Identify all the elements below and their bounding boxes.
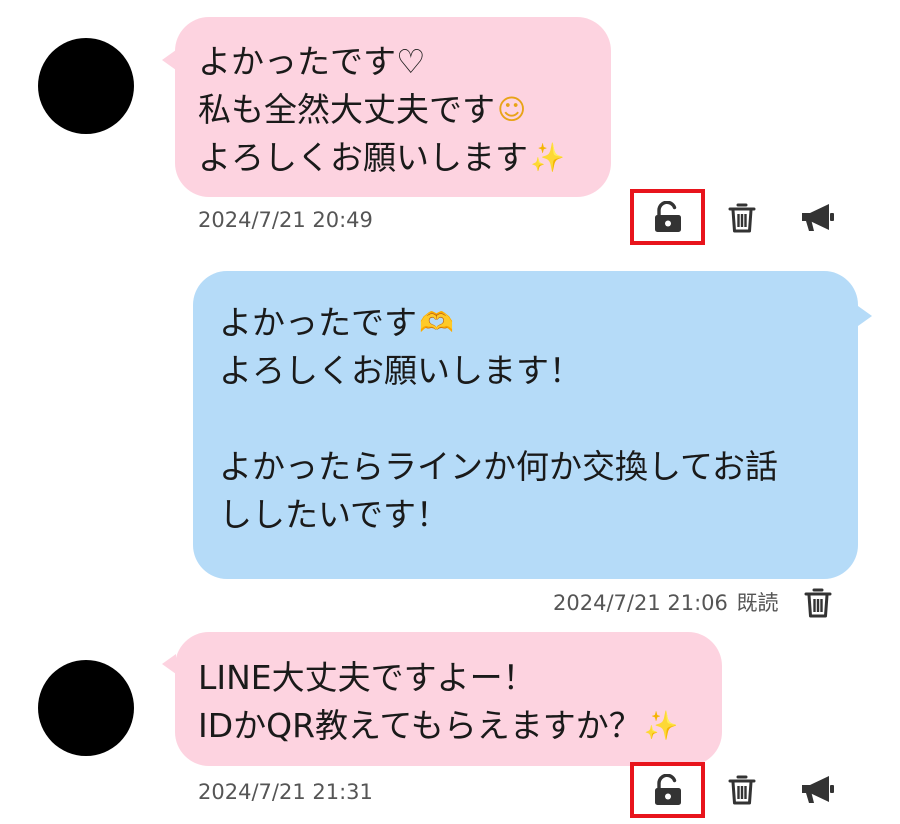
- message-line: よかったです♡: [198, 42, 426, 81]
- megaphone-icon: [802, 204, 834, 231]
- chat-thread: よかったです♡ 私も全然大丈夫です☺ よろしくお願いします✨ 2024/7/21…: [0, 0, 900, 824]
- message-line: 私も全然大丈夫です: [198, 90, 495, 129]
- delete-button[interactable]: [722, 197, 762, 239]
- message-meta: 2024/7/21 21:06 既読: [553, 590, 779, 616]
- message-timestamp: 2024/7/21 21:06: [553, 591, 728, 615]
- bubble-tail: [858, 306, 872, 326]
- message-line: よかったらラインか何か交換してお話: [219, 447, 779, 486]
- message-bubble-received: LINE大丈夫ですよー！ IDかQR教えてもらえますか？✨: [175, 632, 722, 766]
- megaphone-icon: [802, 776, 834, 803]
- trash-icon: [728, 203, 756, 233]
- message-line: IDかQR教えてもらえますか？: [198, 706, 642, 745]
- message-line-blank: [219, 395, 858, 443]
- message-line: よろしくお願いします: [198, 138, 528, 177]
- message-timestamp: 2024/7/21 21:31: [198, 780, 373, 804]
- report-button[interactable]: [796, 770, 838, 810]
- sparkles-emoji-icon: ✨: [643, 709, 679, 742]
- message-bubble-sent: よかったです🫶 よろしくお願いします！ よかったらラインか何か交換してお話 しし…: [193, 271, 858, 579]
- trash-icon: [804, 588, 832, 618]
- delete-button[interactable]: [798, 582, 838, 624]
- message-line: よろしくお願いします！: [219, 351, 582, 390]
- trash-icon: [728, 775, 756, 805]
- avatar[interactable]: [38, 660, 134, 756]
- message-timestamp: 2024/7/21 20:49: [198, 208, 373, 232]
- report-button[interactable]: [796, 198, 838, 238]
- avatar[interactable]: [38, 38, 134, 134]
- unlock-button[interactable]: [630, 189, 705, 245]
- bubble-tail: [162, 50, 176, 70]
- bubble-tail: [162, 654, 176, 674]
- message-line: LINE大丈夫ですよー！: [198, 658, 536, 697]
- read-receipt: 既読: [736, 591, 779, 615]
- unlock-icon: [654, 774, 681, 805]
- delete-button[interactable]: [722, 769, 762, 811]
- sparkles-emoji-icon: ✨: [530, 141, 565, 174]
- unlock-button[interactable]: [630, 762, 705, 818]
- message-line: よかったです: [219, 303, 417, 342]
- heart-hands-emoji-icon: 🫶: [419, 306, 454, 339]
- message-line: ししたいです！: [219, 495, 450, 534]
- smiling-face-emoji-icon: ☺: [497, 93, 527, 126]
- message-bubble-received: よかったです♡ 私も全然大丈夫です☺ よろしくお願いします✨: [175, 17, 611, 197]
- unlock-icon: [654, 201, 681, 232]
